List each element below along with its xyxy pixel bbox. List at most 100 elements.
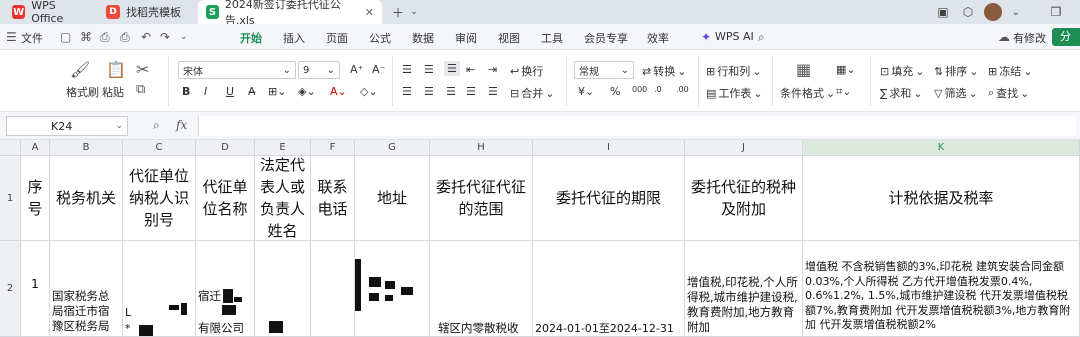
increase-decimal-icon[interactable]: .0 — [654, 85, 662, 94]
menu-review[interactable]: 审阅 — [455, 30, 477, 46]
font-size-select[interactable]: 9 ⌄ — [298, 61, 340, 79]
data-cell-tax-types[interactable]: 增值税,印花税,个人所得税,城市维护建设税,教育费附加,地方教育附加 — [685, 241, 803, 337]
row-header-1[interactable]: 1 — [0, 156, 21, 241]
chevron-down-icon[interactable]: ⌄ — [406, 4, 422, 20]
column-header-f[interactable]: F — [311, 140, 355, 156]
menu-wps-ai[interactable]: WPS AI — [715, 30, 754, 43]
tab-docer-templates[interactable]: D 找稻壳模板 — [98, 0, 196, 24]
fill-button[interactable]: ⊡ 填充 ⌄ — [880, 63, 924, 79]
format-painter-button[interactable]: 格式刷 — [66, 84, 99, 100]
currency-icon[interactable]: ¥⌄ — [578, 85, 594, 98]
column-header-a[interactable]: A — [21, 140, 50, 156]
column-header-e[interactable]: E — [255, 140, 311, 156]
print-icon[interactable]: ⎙ — [120, 30, 130, 45]
hamburger-icon[interactable]: ☰ — [6, 30, 17, 44]
zoom-search-icon[interactable]: ⌕ — [153, 118, 160, 133]
align-middle-icon[interactable]: ☰ — [424, 63, 434, 76]
header-cell[interactable]: 法定代表人或负责人姓名 — [255, 156, 311, 241]
column-header-c[interactable]: C — [123, 140, 196, 156]
sort-button[interactable]: ⇅ 排序 ⌄ — [934, 63, 978, 79]
freeze-button[interactable]: ⊞ 冻结 ⌄ — [988, 63, 1032, 79]
data-cell-legal-rep[interactable] — [255, 241, 311, 337]
decrease-font-icon[interactable]: A⁻ — [372, 63, 385, 76]
align-bottom-icon[interactable]: ☰ — [444, 61, 460, 76]
chevron-down-icon[interactable]: ⌄ — [1008, 4, 1024, 20]
row-header-2[interactable]: 2 — [0, 241, 21, 337]
name-box[interactable]: K24 ⌄ — [6, 116, 128, 136]
header-cell[interactable]: 代征单位纳税人识别号 — [123, 156, 196, 241]
spreadsheet-grid[interactable]: A B C D E F G H I J K 1 2 序号 税务机关 代征单位纳税… — [0, 140, 1080, 337]
underline-icon[interactable]: U — [226, 85, 234, 98]
column-header-b[interactable]: B — [50, 140, 123, 156]
save-icon[interactable]: ▢ — [60, 30, 71, 44]
thousands-icon[interactable]: 000 — [632, 85, 647, 94]
data-cell-phone[interactable] — [311, 241, 355, 337]
menu-home[interactable]: 开始 — [240, 30, 262, 52]
decrease-decimal-icon[interactable]: .00 — [676, 85, 689, 94]
header-cell[interactable]: 委托代征的期限 — [533, 156, 685, 241]
borders-icon[interactable]: ⊞⌄ — [268, 85, 286, 98]
justify-icon[interactable]: ☰ — [466, 85, 476, 98]
redo-icon[interactable]: ↷ — [160, 30, 170, 44]
paste-button[interactable]: 粘贴 — [102, 84, 124, 100]
font-name-select[interactable]: 宋体 ⌄ — [178, 61, 296, 79]
column-header-k[interactable]: K — [803, 140, 1080, 156]
data-cell-tax-basis[interactable]: 增值税 不含税销售额的3%,印花税 建筑安装合同金额0.03%,个人所得税 乙方… — [803, 241, 1080, 337]
window-layout-icon[interactable]: ▣ — [935, 4, 951, 20]
data-cell-period[interactable]: 2024-01-01至2024-12-31 — [533, 241, 685, 337]
align-right-icon[interactable]: ☰ — [446, 85, 456, 98]
menu-tools[interactable]: 工具 — [541, 30, 563, 46]
data-cell-company-name[interactable]: 宿迁 有限公司 — [196, 241, 255, 337]
cube-icon[interactable]: ⬡ — [960, 4, 976, 20]
distributed-icon[interactable]: ☰ — [488, 85, 498, 98]
new-tab-plus-icon[interactable]: ＋ — [390, 4, 406, 20]
conditional-format-button[interactable]: 条件格式 ⌄ — [780, 85, 835, 101]
indent-decrease-icon[interactable]: ⇤ — [466, 63, 475, 76]
increase-font-icon[interactable]: A⁺ — [350, 63, 363, 76]
header-cell[interactable]: 联系电话 — [311, 156, 355, 241]
align-left-icon[interactable]: ☰ — [402, 85, 412, 98]
undo-icon[interactable]: ↶ — [141, 30, 151, 44]
wrap-text-button[interactable]: ↩ 换行 — [510, 63, 543, 79]
chevron-down-icon[interactable]: ⌄ — [180, 32, 188, 42]
header-cell[interactable]: 代征单位名称 — [196, 156, 255, 241]
menu-insert[interactable]: 插入 — [283, 30, 305, 46]
rows-columns-button[interactable]: ⊞ 行和列 ⌄ — [706, 63, 761, 79]
menu-efficiency[interactable]: 效率 — [647, 30, 669, 46]
filter-button[interactable]: ▽ 筛选 ⌄ — [934, 85, 978, 101]
align-center-icon[interactable]: ☰ — [424, 85, 434, 98]
search-icon[interactable]: ⌕ — [758, 30, 765, 45]
insert-function-button[interactable]: fx — [176, 118, 187, 132]
close-icon[interactable]: ✕ — [365, 6, 374, 19]
data-cell-scope[interactable]: 辖区内零散税收 — [430, 241, 533, 337]
data-cell-seq[interactable]: 1 — [21, 241, 50, 337]
tab-wps-office[interactable]: W WPS Office — [4, 0, 96, 25]
header-cell[interactable]: 地址 — [355, 156, 430, 241]
modified-status[interactable]: 有修改 — [1013, 30, 1046, 46]
number-format-select[interactable]: 常规 ⌄ — [574, 61, 634, 79]
header-cell[interactable]: 计税依据及税率 — [803, 156, 1080, 241]
tab-spreadsheet-file[interactable]: S 2024新签订委托代征公告.xls ✕ — [198, 0, 382, 27]
column-header-d[interactable]: D — [196, 140, 255, 156]
print-preview-icon[interactable]: ⎙ — [100, 30, 110, 45]
sum-button[interactable]: ∑ 求和 ⌄ — [880, 85, 923, 101]
menu-page[interactable]: 页面 — [326, 30, 348, 46]
find-button[interactable]: ⌕ 查找 ⌄ — [988, 85, 1029, 101]
align-top-icon[interactable]: ☰ — [402, 63, 412, 76]
convert-button[interactable]: ⇄ 转换 ⌄ — [642, 63, 686, 79]
column-header-j[interactable]: J — [685, 140, 803, 156]
menu-member[interactable]: 会员专享 — [584, 30, 628, 46]
percent-icon[interactable]: % — [610, 85, 620, 98]
select-all-corner[interactable] — [0, 140, 21, 156]
menu-data[interactable]: 数据 — [412, 30, 434, 46]
data-cell-tax-office[interactable]: 国家税务总局宿迁市宿豫区税务局 — [50, 241, 123, 337]
worksheet-button[interactable]: ▤ 工作表 ⌄ — [706, 85, 763, 101]
cell-border-icon[interactable]: ⌗⌄ — [836, 85, 851, 99]
cell-style-icon[interactable]: ▦⌄ — [836, 63, 856, 76]
bold-icon[interactable]: B — [182, 85, 190, 98]
data-cell-taxpayer-id[interactable]: L * — [123, 241, 196, 337]
merge-button[interactable]: ⊟ 合并 ⌄ — [510, 85, 554, 101]
column-header-i[interactable]: I — [533, 140, 685, 156]
strikethrough-icon[interactable]: A̶ — [248, 85, 256, 98]
menu-file[interactable]: 文件 — [21, 30, 43, 46]
